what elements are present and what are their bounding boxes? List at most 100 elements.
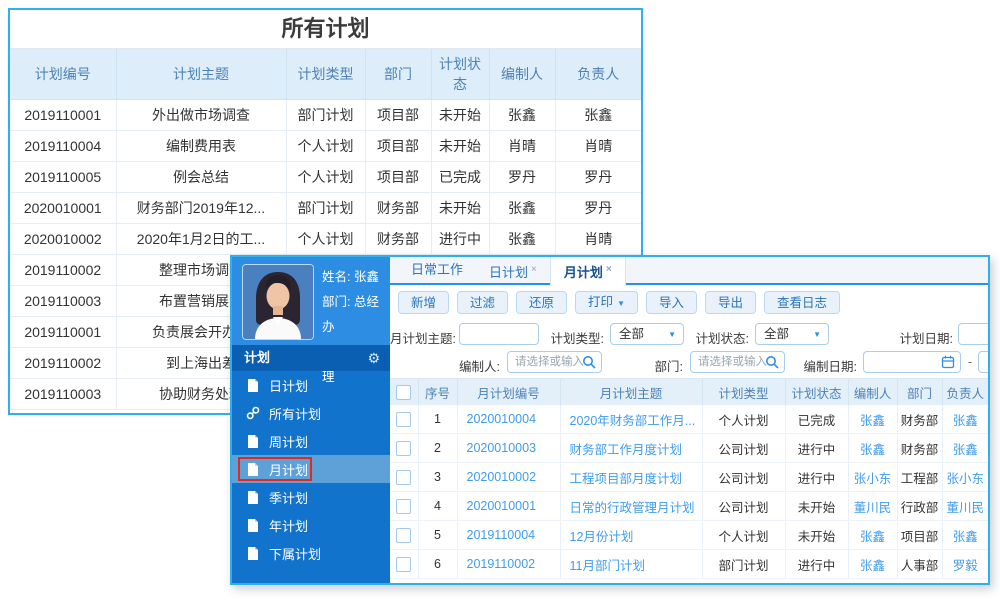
- file-icon: [246, 462, 260, 476]
- cell[interactable]: 2020010004: [457, 405, 561, 434]
- cell[interactable]: 11月部门计划: [560, 549, 703, 579]
- subject-filter-input[interactable]: [459, 323, 539, 345]
- table-header-row: 计划编号 计划主题 计划类型 部门 计划状态 编制人 负责人: [10, 49, 641, 100]
- export-button[interactable]: 导出: [705, 291, 757, 314]
- sidebar-item-day-plan[interactable]: 日计划: [232, 371, 390, 399]
- sidebar-item-all-plans[interactable]: 所有计划: [232, 399, 390, 427]
- created-date-to-input[interactable]: [978, 351, 988, 373]
- cell[interactable]: 12月份计划: [560, 520, 703, 550]
- cell: 部门计划: [285, 192, 366, 224]
- cell: 3: [418, 462, 458, 492]
- dept-filter-placeholder: 请选择或输入: [698, 356, 767, 368]
- gear-icon[interactable]: ⚙: [367, 345, 380, 371]
- row-checkbox[interactable]: [396, 556, 412, 572]
- status-filter-select[interactable]: 全部 ▼: [755, 323, 829, 345]
- row-checkbox[interactable]: [396, 440, 412, 456]
- restore-button[interactable]: 还原: [516, 291, 568, 314]
- cell[interactable]: 2020010001: [457, 491, 561, 521]
- close-icon[interactable]: ×: [606, 264, 612, 275]
- cell: 公司计划: [702, 462, 786, 492]
- created-date-from-input[interactable]: [863, 351, 961, 373]
- cell: 张鑫: [554, 99, 641, 131]
- search-icon[interactable]: [582, 355, 596, 372]
- row-checkbox[interactable]: [396, 527, 412, 543]
- print-button[interactable]: 打印 ▼: [575, 291, 638, 314]
- type-filter-select[interactable]: 全部 ▼: [610, 323, 684, 345]
- plan-date-filter-input[interactable]: [958, 323, 988, 345]
- tab-label: 日计划: [489, 265, 529, 280]
- table-row: 2019110004 编制费用表 个人计划 项目部 未开始 肖晴 肖晴: [10, 130, 641, 162]
- cell[interactable]: 张鑫: [942, 433, 988, 463]
- cell[interactable]: 董川民: [942, 491, 988, 521]
- cell: 个人计划: [702, 520, 786, 550]
- row-checkbox[interactable]: [396, 469, 412, 485]
- creator-filter-input[interactable]: 请选择或输入: [507, 351, 602, 373]
- cell[interactable]: 张鑫: [942, 405, 988, 434]
- cell: 项目部: [897, 520, 943, 550]
- sidebar-item-quarter-plan[interactable]: 季计划: [232, 483, 390, 511]
- caret-down-icon: ▼: [668, 330, 676, 339]
- tab-month-plan[interactable]: 月计划 ×: [549, 257, 626, 285]
- file-icon: [246, 546, 260, 560]
- dept-filter-input[interactable]: 请选择或输入: [690, 351, 785, 373]
- filter-panel: 月计划主题: 计划类型: 全部 ▼ 计划状态: 全部 ▼ 计划日期: 编制人: …: [390, 318, 988, 378]
- cell[interactable]: 日常的行政管理月计划: [560, 491, 703, 521]
- cell[interactable]: 工程项目部月度计划: [560, 462, 703, 492]
- cell: 未开始: [430, 99, 490, 131]
- cell[interactable]: 2020010003: [457, 433, 561, 463]
- cell: 未开始: [785, 491, 849, 521]
- cell[interactable]: 董川民: [848, 491, 898, 521]
- button-label: 过滤: [470, 295, 496, 310]
- sidebar-item-month-plan[interactable]: 月计划: [232, 455, 390, 483]
- creator-filter-label: 编制人:: [459, 360, 500, 374]
- cell[interactable]: 罗毅: [942, 549, 988, 579]
- cell: 个人计划: [702, 405, 786, 434]
- cell[interactable]: 2019110004: [457, 520, 561, 550]
- add-button[interactable]: 新增: [398, 291, 450, 314]
- subject-filter-label: 月计划主题:: [390, 332, 456, 346]
- cell: 2019110002: [10, 347, 117, 379]
- search-icon[interactable]: [765, 355, 779, 372]
- column-header: 计划状态: [785, 379, 849, 405]
- filter-button[interactable]: 过滤: [457, 291, 509, 314]
- tab-day-plan[interactable]: 日计划 ×: [476, 257, 550, 283]
- calendar-icon[interactable]: [941, 355, 955, 372]
- main-content: 日常工作 日计划 × 月计划 × 新增 过滤 还原 打印 ▼ 导入 导出 查看日志 月计划主题: 计划…: [390, 257, 988, 583]
- cell: 罗丹: [554, 192, 641, 224]
- cell[interactable]: 张鑫: [848, 433, 898, 463]
- cell[interactable]: 2019110002: [457, 549, 561, 579]
- dept-filter-label: 部门:: [654, 360, 683, 374]
- sidebar-item-subordinate-plan[interactable]: 下属计划: [232, 539, 390, 567]
- cell: 2019110001: [10, 316, 117, 348]
- select-all-checkbox[interactable]: [396, 384, 412, 400]
- column-header: 计划编号: [10, 49, 117, 100]
- view-log-button[interactable]: 查看日志: [764, 291, 841, 314]
- cell[interactable]: 张鑫: [848, 549, 898, 579]
- sidebar-item-week-plan[interactable]: 周计划: [232, 427, 390, 455]
- cell[interactable]: 2020010002: [457, 462, 561, 492]
- close-icon[interactable]: ×: [531, 264, 537, 275]
- import-button[interactable]: 导入: [645, 291, 697, 314]
- cell[interactable]: 张鑫: [848, 405, 898, 434]
- checkbox-cell: [390, 433, 419, 463]
- date-range-separator: -: [968, 355, 973, 369]
- tab-daily-work[interactable]: 日常工作: [398, 257, 476, 283]
- tab-bar: 日常工作 日计划 × 月计划 ×: [390, 257, 988, 285]
- row-checkbox[interactable]: [396, 411, 412, 427]
- cell[interactable]: 张小东: [848, 462, 898, 492]
- sidebar-item-year-plan[interactable]: 年计划: [232, 511, 390, 539]
- cell: 个人计划: [285, 161, 366, 193]
- cell: 未开始: [430, 192, 490, 224]
- cell[interactable]: 张小东: [942, 462, 988, 492]
- button-label: 还原: [529, 295, 555, 310]
- cell: 个人计划: [285, 130, 366, 162]
- button-label: 导入: [658, 295, 684, 310]
- cell[interactable]: 张鑫: [848, 520, 898, 550]
- checkbox-cell: [390, 549, 419, 579]
- cell[interactable]: 2020年财务部工作月...: [560, 405, 703, 434]
- cell[interactable]: 张鑫: [942, 520, 988, 550]
- created-date-filter-label: 编制日期:: [803, 360, 857, 374]
- cell[interactable]: 财务部工作月度计划: [560, 433, 703, 463]
- row-checkbox[interactable]: [396, 498, 412, 514]
- cell: 2019110003: [10, 285, 117, 317]
